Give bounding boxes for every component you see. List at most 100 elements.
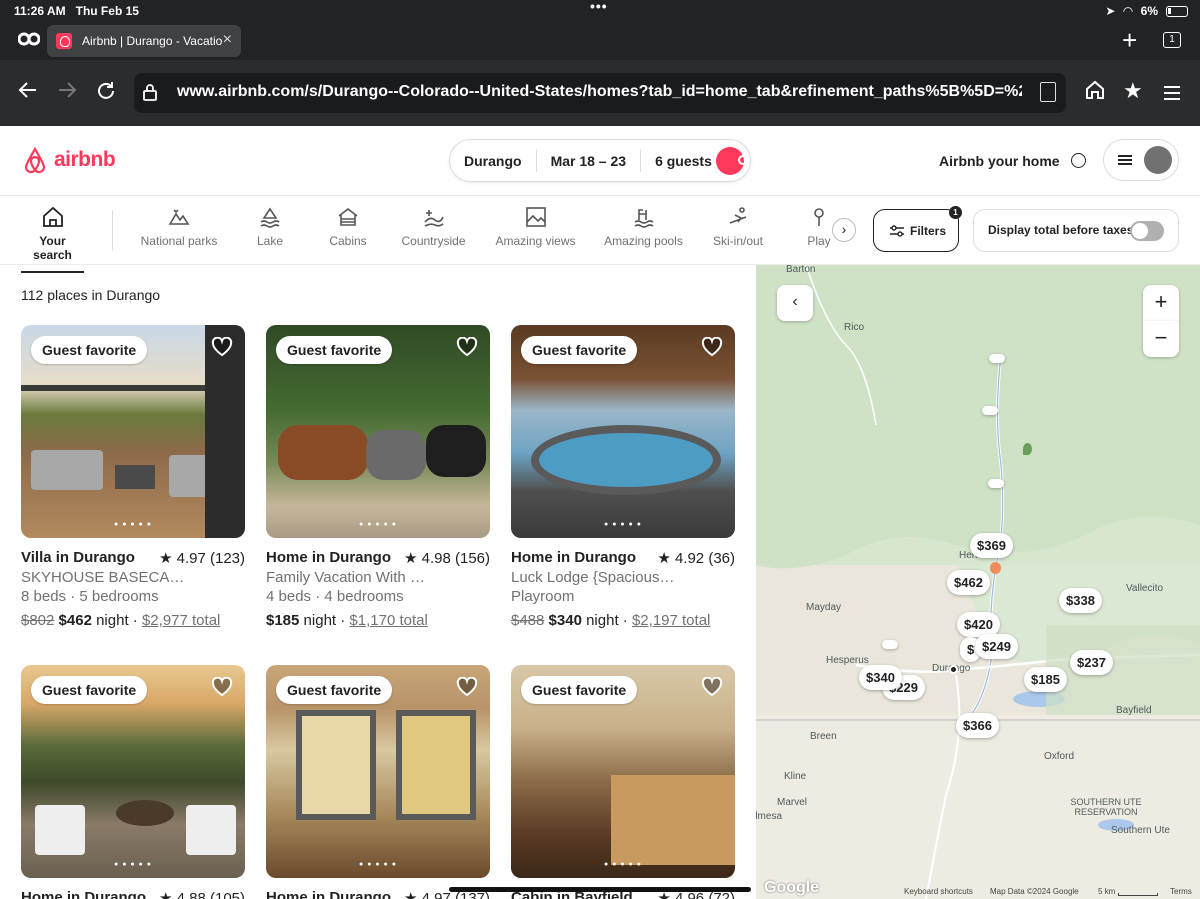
filters-count-badge: 1 <box>949 206 962 219</box>
filters-button[interactable]: Filters 1 <box>873 206 962 252</box>
nightly-price: $462 <box>58 612 92 629</box>
map-price-pin[interactable]: $340 <box>859 665 902 690</box>
listing-photo[interactable]: Guest favorite ● ● ● ● ● <box>21 325 245 538</box>
browser-tab[interactable]: Airbnb | Durango - Vacatio × <box>47 25 241 57</box>
listing-card[interactable]: Guest favorite ● ● ● ● ● Villa in Durang… <box>21 325 245 629</box>
home-indicator[interactable] <box>449 887 751 892</box>
map-pin-small[interactable] <box>989 354 1005 363</box>
close-tab-icon[interactable]: × <box>223 31 232 49</box>
map-price-pin[interactable]: $338 <box>1059 588 1102 613</box>
heart-icon[interactable] <box>456 337 478 357</box>
map-place-label: Mayday <box>806 602 842 613</box>
map-pin-small[interactable] <box>982 406 998 415</box>
back-icon[interactable] <box>18 80 38 106</box>
heart-icon[interactable] <box>701 677 723 697</box>
next-categories-button[interactable]: › <box>832 218 856 242</box>
listing-card[interactable]: Guest favorite ● ● ● ● ● Home in Durango… <box>266 665 490 899</box>
category-amazing-pools[interactable]: Amazing pools <box>603 206 684 248</box>
listing-card[interactable]: Guest favorite ● ● ● ● ● Cabin in Bayfie… <box>511 665 735 899</box>
search-bar[interactable]: Durango Mar 18 – 23 6 guests <box>449 139 751 182</box>
listing-card[interactable]: Guest favorite ● ● ● ● ● Home in Durango… <box>266 325 490 629</box>
map-price-pin[interactable]: $249 <box>975 634 1018 659</box>
heart-icon[interactable] <box>211 337 233 357</box>
zoom-in-button[interactable]: + <box>1143 285 1179 321</box>
search-location[interactable]: Durango <box>450 153 536 169</box>
reload-icon[interactable] <box>95 80 117 108</box>
map-pin-small[interactable] <box>988 479 1004 488</box>
heart-icon[interactable] <box>456 677 478 697</box>
terms-link[interactable]: Terms <box>1170 887 1192 896</box>
map-place-label: Oxford <box>1044 751 1075 762</box>
map-price-pin[interactable]: $237 <box>1070 650 1113 675</box>
total-price[interactable]: $2,197 total <box>632 612 710 629</box>
home-icon[interactable] <box>1085 80 1105 106</box>
tab-count-button[interactable]: 1 <box>1163 32 1181 48</box>
location-icon: ➤ <box>1105 4 1116 18</box>
search-button[interactable] <box>716 147 750 175</box>
search-guests[interactable]: 6 guests <box>641 153 726 169</box>
category-ski-in-out[interactable]: Ski-in/out <box>711 206 765 248</box>
scale-bar <box>1118 893 1158 896</box>
map[interactable]: Barton Rico Hermosa Vallecito Mayday Hes… <box>756 265 1200 899</box>
reader-mode-icon[interactable] <box>1040 82 1056 102</box>
heart-icon[interactable] <box>701 337 723 357</box>
map-price-pin[interactable]: $185 <box>1024 667 1067 692</box>
category-your-search[interactable]: Your search <box>21 206 84 273</box>
map-price-pin[interactable]: $462 <box>947 570 990 595</box>
category-lake[interactable]: Lake <box>252 206 288 248</box>
listing-card[interactable]: Guest favorite ● ● ● ● ● Home in Durango… <box>21 665 245 899</box>
listing-price: $185 night · $1,170 total <box>266 612 428 629</box>
battery-icon <box>1166 5 1188 17</box>
category-play[interactable]: Play <box>806 206 832 248</box>
listing-photo[interactable]: Guest favorite ● ● ● ● ● <box>266 325 490 538</box>
listing-name: Luck Lodge {Spacious, hot tub,... <box>511 569 676 586</box>
map-price-pin[interactable]: $369 <box>970 533 1013 558</box>
carousel-dots: ● ● ● ● ● <box>114 521 152 528</box>
search-dates[interactable]: Mar 18 – 23 <box>537 153 641 169</box>
category-countryside[interactable]: Countryside <box>400 206 467 248</box>
browser-tab-bar: Airbnb | Durango - Vacatio × + 1 <box>0 22 1200 60</box>
map-price-pin[interactable]: $366 <box>956 713 999 738</box>
menu-icon[interactable] <box>1163 81 1181 107</box>
listing-title: Home in Durango <box>21 889 147 899</box>
listing-details: 8 beds · 5 bedrooms <box>21 588 159 605</box>
multitask-dots-icon[interactable]: ••• <box>590 0 608 14</box>
total-price[interactable]: $2,977 total <box>142 612 220 629</box>
airbnb-logo[interactable]: airbnb <box>22 146 116 174</box>
keyboard-shortcuts-link[interactable]: Keyboard shortcuts <box>904 887 973 896</box>
price-unit: night <box>586 612 619 629</box>
private-mode-icon[interactable] <box>18 32 40 46</box>
listing-card[interactable]: Guest favorite ● ● ● ● ● Home in Durango… <box>511 325 735 629</box>
status-bar: 11:26 AM Thu Feb 15 ••• ➤ ◠ 6% <box>0 0 1200 22</box>
collapse-map-button[interactable]: ‹ <box>777 285 813 321</box>
forward-icon[interactable] <box>57 80 77 106</box>
listing-photo[interactable]: Guest favorite ● ● ● ● ● <box>511 325 735 538</box>
category-national-parks[interactable]: National parks <box>140 206 218 248</box>
total-price[interactable]: $1,170 total <box>349 612 427 629</box>
nightly-price: $185 <box>266 612 300 629</box>
results-panel: 112 places in Durango Guest favorite ● ●… <box>0 265 756 899</box>
listing-photo[interactable]: Guest favorite ● ● ● ● ● <box>266 665 490 878</box>
listing-photo[interactable]: Guest favorite ● ● ● ● ● <box>511 665 735 878</box>
listing-details: 4 beds · 4 bedrooms <box>266 588 404 605</box>
zoom-out-button[interactable]: − <box>1143 321 1179 357</box>
new-tab-icon[interactable]: + <box>1122 25 1137 56</box>
host-link[interactable]: Airbnb your home <box>939 153 1060 169</box>
chevron-left-icon: ‹ <box>792 293 798 310</box>
restaurant-marker-icon <box>990 562 1001 574</box>
listing-photo[interactable]: Guest favorite ● ● ● ● ● <box>21 665 245 878</box>
user-menu-button[interactable] <box>1103 139 1179 181</box>
tax-toggle-switch[interactable] <box>1130 221 1164 241</box>
map-pin-small[interactable] <box>882 640 898 649</box>
category-cabins[interactable]: Cabins <box>329 206 367 248</box>
map-place-label: Southern Ute <box>1111 825 1170 836</box>
address-bar[interactable]: www.airbnb.com/s/Durango--Colorado--Unit… <box>134 73 1066 113</box>
carousel-dots: ● ● ● ● ● <box>114 861 152 868</box>
category-bar: Your search National parks Lake Cabins C… <box>0 196 1200 273</box>
search-icon <box>738 155 750 167</box>
heart-icon[interactable] <box>211 677 233 697</box>
cabin-icon <box>338 207 358 226</box>
bookmarks-icon[interactable]: ★ <box>1123 78 1143 104</box>
category-amazing-views[interactable]: Amazing views <box>495 206 576 248</box>
globe-icon[interactable] <box>1071 153 1086 168</box>
